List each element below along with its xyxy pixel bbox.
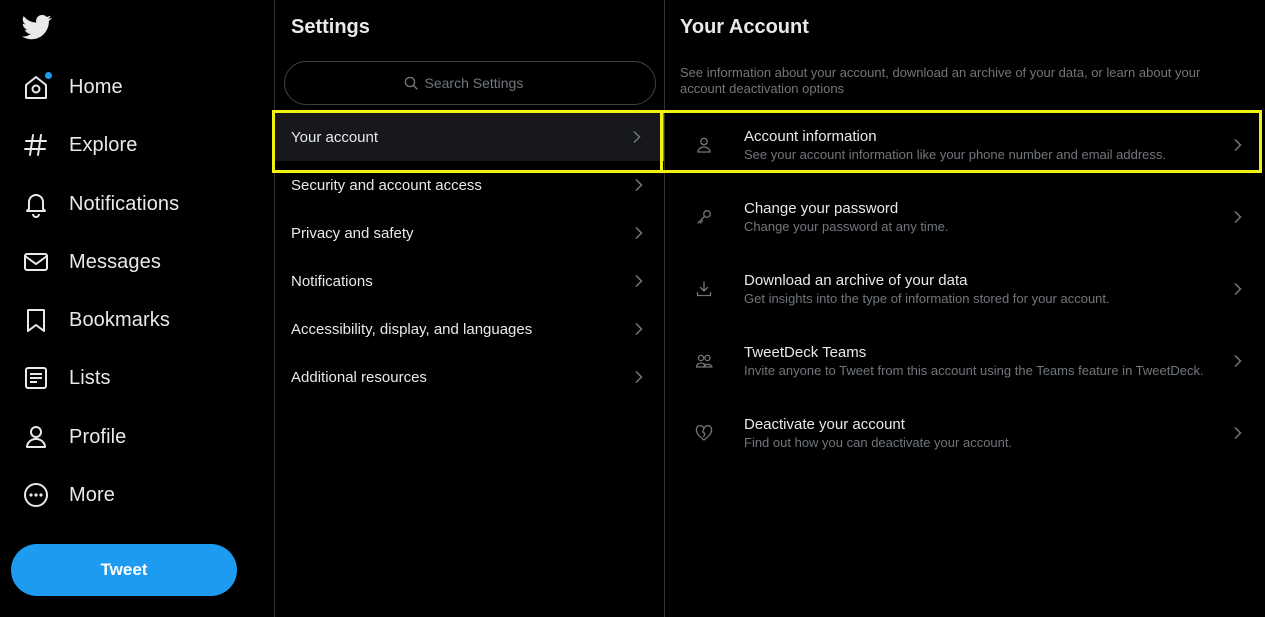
account-option-description: Invite anyone to Tweet from this account… [744,363,1204,378]
account-description: See information about your account, down… [680,65,1201,96]
account-option-download-archive[interactable]: Download an archive of your data Get ins… [664,253,1265,325]
more-circle-icon [22,481,50,509]
nav-item-messages[interactable]: Messages [22,242,161,282]
chevron-right-icon [632,274,646,288]
nav-item-lists[interactable]: Lists [22,358,111,398]
account-option-description: Change your password at any time. [744,219,949,234]
account-option-description: Get insights into the type of informatio… [744,291,1110,306]
account-option-label: TweetDeck Teams [744,344,867,361]
broken-heart-icon [695,424,713,442]
settings-item-privacy[interactable]: Privacy and safety [275,209,664,257]
nav-item-profile[interactable]: Profile [22,417,126,457]
nav-label-profile: Profile [69,425,127,448]
nav-item-notifications[interactable]: Notifications [22,184,179,224]
account-title: Your Account [680,16,809,38]
chevron-right-icon [630,130,644,144]
nav-label-home: Home [69,75,123,98]
settings-title: Settings [291,16,370,38]
settings-item-label: Privacy and safety [291,224,414,242]
nav-label-explore: Explore [69,133,138,156]
chevron-right-icon [1231,138,1245,152]
settings-item-label: Security and account access [291,176,482,194]
nav-item-home[interactable]: Home [22,67,123,107]
nav-item-more[interactable]: More [22,475,115,515]
account-option-label: Account information [744,128,877,145]
chevron-right-icon [632,370,646,384]
settings-item-additional-resources[interactable]: Additional resources [275,353,664,401]
twitter-bird-icon[interactable] [22,12,54,42]
primary-nav: Home Explore Notifications Messages Book… [0,0,274,617]
account-column: Your Account See information about your … [664,0,1265,617]
account-option-tweetdeck-teams[interactable]: TweetDeck Teams Invite anyone to Tweet f… [664,325,1265,397]
home-icon [22,71,53,101]
nav-item-bookmarks[interactable]: Bookmarks [22,300,170,340]
download-icon [695,280,713,298]
chevron-right-icon [1231,282,1245,296]
person-icon [22,423,50,451]
account-option-label: Download an archive of your data [744,272,968,289]
settings-item-label: Your account [291,128,379,146]
tweet-button[interactable]: Tweet [11,544,237,596]
settings-item-security[interactable]: Security and account access [275,161,664,209]
account-option-account-information[interactable]: Account information See your account inf… [664,109,1265,181]
chevron-right-icon [632,226,646,240]
people-icon [695,352,713,370]
chevron-right-icon [1231,354,1245,368]
settings-item-label: Additional resources [291,368,427,386]
chevron-right-icon [632,178,646,192]
nav-item-explore[interactable]: Explore [22,125,138,165]
search-icon [404,76,418,90]
account-option-change-password[interactable]: Change your password Change your passwor… [664,181,1265,253]
account-option-description: See your account information like your p… [744,147,1167,162]
person-outline-icon [695,136,713,154]
key-icon [695,208,713,226]
settings-item-notifications[interactable]: Notifications [275,257,664,305]
account-option-label: Deactivate your account [744,416,905,433]
settings-column: Settings Your account Security and accou… [274,0,665,617]
hashtag-icon [22,131,50,159]
settings-search[interactable] [284,61,656,105]
bookmark-icon [22,306,50,334]
chevron-right-icon [1231,426,1245,440]
nav-label-notifications: Notifications [69,192,180,215]
chevron-right-icon [1231,210,1245,224]
account-option-label: Change your password [744,200,899,217]
settings-item-your-account[interactable]: Your account [275,113,664,161]
chevron-right-icon [632,322,646,336]
account-option-description: Find out how you can deactivate your acc… [744,435,1013,450]
settings-item-accessibility[interactable]: Accessibility, display, and languages [275,305,664,353]
search-input[interactable] [422,74,537,92]
account-options-list: Account information See your account inf… [664,109,1265,469]
nav-label-more: More [69,483,115,506]
account-option-deactivate[interactable]: Deactivate your account Find out how you… [664,397,1265,469]
settings-item-label: Accessibility, display, and languages [291,320,533,338]
nav-label-lists: Lists [69,366,111,389]
settings-item-label: Notifications [291,272,373,290]
envelope-icon [22,248,50,276]
nav-label-bookmarks: Bookmarks [69,308,170,331]
list-icon [22,364,50,392]
notification-dot [44,71,53,80]
nav-label-messages: Messages [69,250,161,273]
settings-list: Your account Security and account access… [275,113,664,401]
bell-icon [22,190,50,218]
